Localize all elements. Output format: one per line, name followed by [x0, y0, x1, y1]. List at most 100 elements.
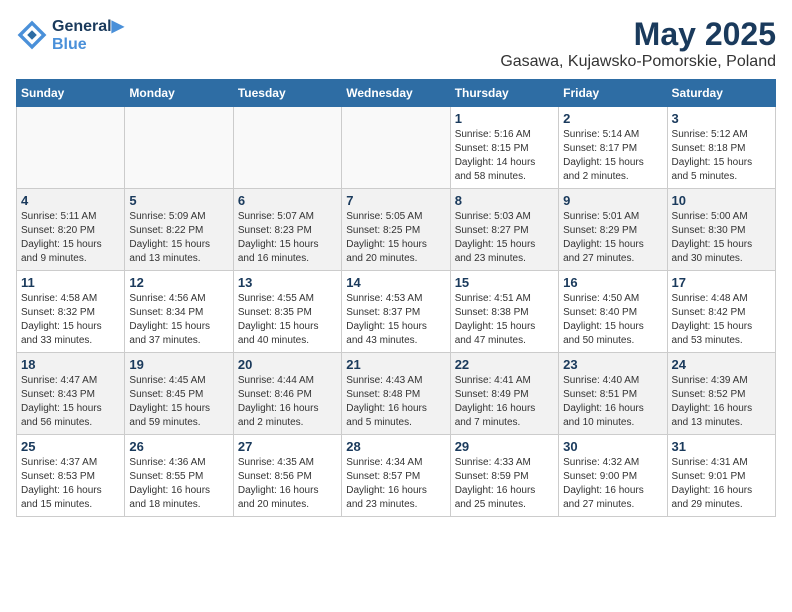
day-number: 16 — [563, 275, 662, 290]
day-number: 24 — [672, 357, 771, 372]
location-title: Gasawa, Kujawsko-Pomorskie, Poland — [500, 53, 776, 71]
day-info: Sunrise: 5:16 AM Sunset: 8:15 PM Dayligh… — [455, 128, 554, 184]
calendar-cell: 15 Sunrise: 4:51 AM Sunset: 8:38 PM Dayli… — [450, 271, 558, 353]
day-number: 23 — [563, 357, 662, 372]
calendar-cell: 12 Sunrise: 4:56 AM Sunset: 8:34 PM Dayli… — [125, 271, 233, 353]
day-info: Sunrise: 4:35 AM Sunset: 8:56 PM Dayligh… — [238, 456, 337, 512]
calendar-cell: 9 Sunrise: 5:01 AM Sunset: 8:29 PM Daylig… — [559, 189, 667, 271]
day-info: Sunrise: 4:50 AM Sunset: 8:40 PM Dayligh… — [563, 292, 662, 348]
page-header: General▶ Blue May 2025 Gasawa, Kujawsko-… — [16, 16, 776, 71]
day-info: Sunrise: 4:53 AM Sunset: 8:37 PM Dayligh… — [346, 292, 445, 348]
day-info: Sunrise: 5:14 AM Sunset: 8:17 PM Dayligh… — [563, 128, 662, 184]
day-number: 19 — [129, 357, 228, 372]
weekday-header: Monday — [125, 80, 233, 107]
day-number: 27 — [238, 439, 337, 454]
day-info: Sunrise: 4:41 AM Sunset: 8:49 PM Dayligh… — [455, 374, 554, 430]
day-number: 6 — [238, 193, 337, 208]
logo-icon — [16, 19, 48, 51]
day-number: 15 — [455, 275, 554, 290]
day-number: 18 — [21, 357, 120, 372]
weekday-header: Thursday — [450, 80, 558, 107]
day-info: Sunrise: 5:01 AM Sunset: 8:29 PM Dayligh… — [563, 210, 662, 266]
logo: General▶ Blue — [16, 16, 124, 54]
day-number: 10 — [672, 193, 771, 208]
calendar-cell: 24Sunrise: 4:39 AM Sunset: 8:52 PM Dayli… — [667, 353, 775, 435]
calendar-cell: 26Sunrise: 4:36 AM Sunset: 8:55 PM Dayli… — [125, 435, 233, 517]
day-number: 28 — [346, 439, 445, 454]
day-number: 9 — [563, 193, 662, 208]
calendar-cell — [342, 107, 450, 189]
day-info: Sunrise: 5:03 AM Sunset: 8:27 PM Dayligh… — [455, 210, 554, 266]
day-number: 17 — [672, 275, 771, 290]
day-number: 3 — [672, 111, 771, 126]
month-title: May 2025 — [500, 16, 776, 53]
day-info: Sunrise: 4:43 AM Sunset: 8:48 PM Dayligh… — [346, 374, 445, 430]
day-info: Sunrise: 4:55 AM Sunset: 8:35 PM Dayligh… — [238, 292, 337, 348]
calendar-cell: 31 Sunrise: 4:31 AM Sunset: 9:01 PM Dayli… — [667, 435, 775, 517]
calendar-cell: 28 Sunrise: 4:34 AM Sunset: 8:57 PM Dayli… — [342, 435, 450, 517]
calendar-cell — [233, 107, 341, 189]
day-number: 1 — [455, 111, 554, 126]
day-info: Sunrise: 5:11 AM Sunset: 8:20 PM Dayligh… — [21, 210, 120, 266]
calendar-cell — [17, 107, 125, 189]
weekday-header: Sunday — [17, 80, 125, 107]
calendar-cell: 6 Sunrise: 5:07 AM Sunset: 8:23 PM Daylig… — [233, 189, 341, 271]
calendar-cell: 11 Sunrise: 4:58 AM Sunset: 8:32 PM Dayli… — [17, 271, 125, 353]
weekday-header: Wednesday — [342, 80, 450, 107]
day-number: 2 — [563, 111, 662, 126]
day-info: Sunrise: 4:58 AM Sunset: 8:32 PM Dayligh… — [21, 292, 120, 348]
day-info: Sunrise: 4:45 AM Sunset: 8:45 PM Dayligh… — [129, 374, 228, 430]
calendar-week-row: 11 Sunrise: 4:58 AM Sunset: 8:32 PM Dayli… — [17, 271, 776, 353]
weekday-header: Friday — [559, 80, 667, 107]
day-info: Sunrise: 4:56 AM Sunset: 8:34 PM Dayligh… — [129, 292, 228, 348]
calendar-cell: 16 Sunrise: 4:50 AM Sunset: 8:40 PM Dayli… — [559, 271, 667, 353]
day-number: 12 — [129, 275, 228, 290]
calendar-cell: 22 Sunrise: 4:41 AM Sunset: 8:49 PM Dayli… — [450, 353, 558, 435]
calendar-cell: 5 Sunrise: 5:09 AM Sunset: 8:22 PM Daylig… — [125, 189, 233, 271]
calendar-cell: 25 Sunrise: 4:37 AM Sunset: 8:53 PM Dayli… — [17, 435, 125, 517]
calendar-cell: 1 Sunrise: 5:16 AM Sunset: 8:15 PM Daylig… — [450, 107, 558, 189]
calendar-cell: 4 Sunrise: 5:11 AM Sunset: 8:20 PM Daylig… — [17, 189, 125, 271]
day-info: Sunrise: 5:12 AM Sunset: 8:18 PM Dayligh… — [672, 128, 771, 184]
day-info: Sunrise: 4:40 AM Sunset: 8:51 PM Dayligh… — [563, 374, 662, 430]
day-info: Sunrise: 5:07 AM Sunset: 8:23 PM Dayligh… — [238, 210, 337, 266]
calendar-cell: 3 Sunrise: 5:12 AM Sunset: 8:18 PM Daylig… — [667, 107, 775, 189]
calendar-cell: 29Sunrise: 4:33 AM Sunset: 8:59 PM Dayli… — [450, 435, 558, 517]
calendar-cell: 2 Sunrise: 5:14 AM Sunset: 8:17 PM Daylig… — [559, 107, 667, 189]
calendar-cell: 18 Sunrise: 4:47 AM Sunset: 8:43 PM Dayli… — [17, 353, 125, 435]
day-number: 7 — [346, 193, 445, 208]
calendar-cell: 8 Sunrise: 5:03 AM Sunset: 8:27 PM Daylig… — [450, 189, 558, 271]
calendar-week-row: 25 Sunrise: 4:37 AM Sunset: 8:53 PM Dayli… — [17, 435, 776, 517]
calendar-cell: 30Sunrise: 4:32 AM Sunset: 9:00 PM Dayli… — [559, 435, 667, 517]
calendar-cell: 7 Sunrise: 5:05 AM Sunset: 8:25 PM Daylig… — [342, 189, 450, 271]
day-number: 5 — [129, 193, 228, 208]
day-info: Sunrise: 4:51 AM Sunset: 8:38 PM Dayligh… — [455, 292, 554, 348]
logo-text: General▶ Blue — [52, 16, 124, 54]
day-info: Sunrise: 4:37 AM Sunset: 8:53 PM Dayligh… — [21, 456, 120, 512]
calendar-cell: 13Sunrise: 4:55 AM Sunset: 8:35 PM Dayli… — [233, 271, 341, 353]
calendar-week-row: 1 Sunrise: 5:16 AM Sunset: 8:15 PM Daylig… — [17, 107, 776, 189]
day-number: 14 — [346, 275, 445, 290]
calendar-cell — [125, 107, 233, 189]
day-number: 4 — [21, 193, 120, 208]
calendar-cell: 14 Sunrise: 4:53 AM Sunset: 8:37 PM Dayli… — [342, 271, 450, 353]
day-info: Sunrise: 5:09 AM Sunset: 8:22 PM Dayligh… — [129, 210, 228, 266]
day-info: Sunrise: 4:31 AM Sunset: 9:01 PM Dayligh… — [672, 456, 771, 512]
day-number: 8 — [455, 193, 554, 208]
day-info: Sunrise: 4:34 AM Sunset: 8:57 PM Dayligh… — [346, 456, 445, 512]
day-info: Sunrise: 5:05 AM Sunset: 8:25 PM Dayligh… — [346, 210, 445, 266]
calendar-week-row: 18 Sunrise: 4:47 AM Sunset: 8:43 PM Dayli… — [17, 353, 776, 435]
weekday-header: Tuesday — [233, 80, 341, 107]
calendar-cell: 10Sunrise: 5:00 AM Sunset: 8:30 PM Dayli… — [667, 189, 775, 271]
day-info: Sunrise: 4:32 AM Sunset: 9:00 PM Dayligh… — [563, 456, 662, 512]
title-block: May 2025 Gasawa, Kujawsko-Pomorskie, Pol… — [500, 16, 776, 71]
day-number: 31 — [672, 439, 771, 454]
day-number: 11 — [21, 275, 120, 290]
day-info: Sunrise: 4:48 AM Sunset: 8:42 PM Dayligh… — [672, 292, 771, 348]
calendar-cell: 20Sunrise: 4:44 AM Sunset: 8:46 PM Dayli… — [233, 353, 341, 435]
calendar-cell: 23 Sunrise: 4:40 AM Sunset: 8:51 PM Dayli… — [559, 353, 667, 435]
day-info: Sunrise: 4:44 AM Sunset: 8:46 PM Dayligh… — [238, 374, 337, 430]
day-number: 22 — [455, 357, 554, 372]
day-number: 25 — [21, 439, 120, 454]
day-info: Sunrise: 4:47 AM Sunset: 8:43 PM Dayligh… — [21, 374, 120, 430]
